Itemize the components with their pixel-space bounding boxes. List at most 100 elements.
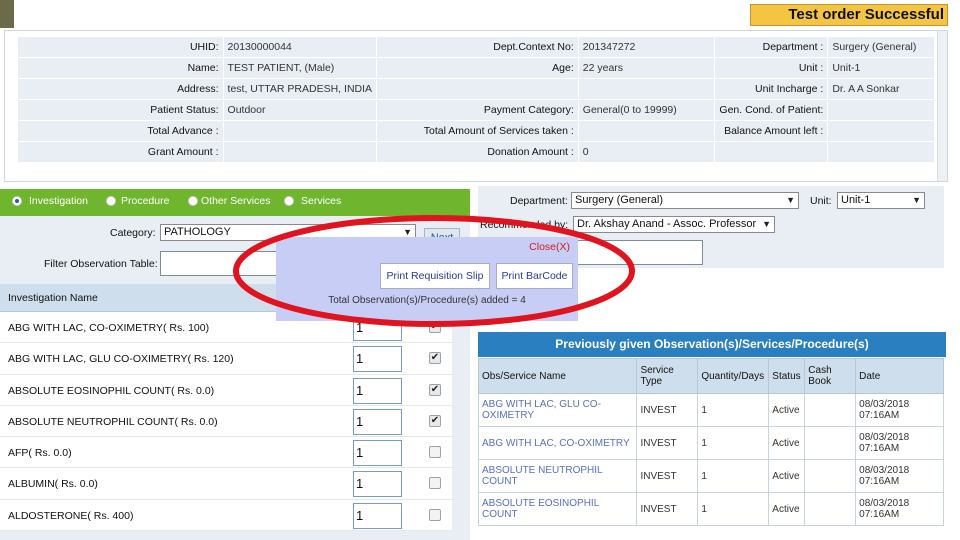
checked-checkbox-icon[interactable]: ✔ <box>429 383 441 396</box>
corner-decoration <box>0 0 14 28</box>
total-observations-text: Total Observation(s)/Procedure(s) added … <box>328 295 526 306</box>
radio-icon[interactable] <box>188 196 198 206</box>
quantity-input[interactable]: 1 <box>353 471 402 498</box>
patient-field-label: Dept.Context No: <box>376 36 579 58</box>
print-requisition-button[interactable]: Print Requisition Slip <box>380 263 490 289</box>
quantity-input[interactable]: 1 <box>353 346 402 373</box>
checkbox-icon[interactable] <box>429 477 441 490</box>
previous-orders-table: Obs/Service Name Service Type Quantity/Day… <box>477 358 944 526</box>
patient-info-panel: UHID: 20130000044 Dept.Context No: 20134727… <box>4 30 948 182</box>
unit-label: Unit: <box>810 195 832 207</box>
checked-checkbox-icon[interactable]: ✔ <box>429 352 441 365</box>
patient-field-label: Gen. Cond. of Patient: <box>714 99 829 121</box>
previous-order-cell: ABG WITH LAC, CO-OXIMETRY <box>477 426 638 460</box>
patient-field-label <box>714 141 829 163</box>
patient-info-row: UHID: 20130000044 Dept.Context No: 20134727… <box>17 36 935 58</box>
department-label: Department: <box>510 195 568 207</box>
previous-order-cell: 1 <box>697 459 770 493</box>
checked-checkbox-icon[interactable]: ✔ <box>429 321 441 333</box>
patient-field-label: Name: <box>17 57 224 79</box>
quantity-input[interactable]: 1 <box>353 408 402 435</box>
investigation-name: ABG WITH LAC, GLU CO-OXIMETRY( Rs. 120) <box>8 353 234 366</box>
patient-field-value <box>577 120 716 142</box>
tab-procedure[interactable]: Procedure <box>106 195 169 207</box>
previous-order-cell <box>804 492 857 526</box>
patient-field-value: 201347272 <box>577 36 716 58</box>
previous-order-row: ABG WITH LAC, CO-OXIMETRY INVEST 1 Active 08… <box>477 426 944 460</box>
previous-orders-title: Previously given Observation(s)/Services… <box>478 332 946 357</box>
patient-field-value: Unit-1 <box>827 57 935 79</box>
investigation-row: ABG WITH LAC, GLU CO-OXIMETRY( Rs. 120) 1… <box>0 343 452 375</box>
investigation-row: AFP( Rs. 0.0) 1 <box>0 437 452 469</box>
previous-column-header: Obs/Service Name <box>477 358 638 394</box>
recommended-search-input[interactable] <box>576 240 703 265</box>
previous-order-cell: INVEST <box>636 459 699 493</box>
previous-order-cell: INVEST <box>636 393 699 427</box>
category-label: Category: <box>110 227 156 239</box>
previous-order-cell: 1 <box>697 393 770 427</box>
patient-info-row: Grant Amount : Donation Amount :0 <box>17 141 935 163</box>
investigation-row: ALBUMIN( Rs. 0.0) 1 <box>0 468 452 500</box>
chevron-down-icon: ▼ <box>762 219 771 229</box>
test-order-popup: Close(X) Print Requisition Slip Print Ba… <box>276 237 578 321</box>
radio-selected-icon[interactable] <box>12 196 22 206</box>
patient-info-row: Total Advance : Total Amount of Services … <box>17 120 935 142</box>
patient-field-label: Total Advance : <box>17 120 224 142</box>
tab-procedure-label: Procedure <box>121 195 170 207</box>
investigation-name: AFP( Rs. 0.0) <box>8 447 72 460</box>
patient-panel-scrollbar[interactable] <box>937 31 947 181</box>
investigation-scrollbar[interactable] <box>452 284 470 540</box>
previous-column-header: Cash Book <box>804 358 857 394</box>
recommended-label: Recommended by: <box>480 219 569 231</box>
department-select[interactable]: Surgery (General) ▼ <box>571 192 799 209</box>
patient-info-table: UHID: 20130000044 Dept.Context No: 20134727… <box>17 36 935 163</box>
tab-other-services[interactable]: Other Services <box>188 195 270 207</box>
patient-field-label: Donation Amount : <box>376 141 579 163</box>
recommended-select[interactable]: Dr. Akshay Anand - Assoc. Professor ▼ <box>573 216 775 233</box>
unit-value: Unit-1 <box>841 194 871 206</box>
patient-field-value <box>222 120 378 142</box>
patient-field-label: Unit Incharge : <box>714 78 829 100</box>
patient-field-value: Outdoor <box>222 99 378 121</box>
previous-order-cell: 08/03/2018 07:16AM <box>855 426 944 460</box>
patient-field-label: Age: <box>376 57 579 79</box>
patient-info-row: Patient Status: Outdoor Payment Category: G… <box>17 99 935 121</box>
patient-field-value: Surgery (General) <box>827 36 935 58</box>
investigation-row: ABSOLUTE EOSINOPHIL COUNT( Rs. 0.0) 1 ✔ <box>0 374 452 406</box>
previous-column-header: Status <box>768 358 806 394</box>
patient-field-label: UHID: <box>17 36 224 58</box>
checked-checkbox-icon[interactable]: ✔ <box>429 414 441 427</box>
patient-field-label: Payment Category: <box>376 99 579 121</box>
patient-field-value: 0 <box>577 141 716 163</box>
investigation-row: ALDOSTERONE( Rs. 400) 1 <box>0 499 452 532</box>
checkbox-icon[interactable] <box>429 508 441 521</box>
tab-investigation[interactable]: Investigation <box>12 195 88 207</box>
patient-field-label: Unit : <box>714 57 829 79</box>
close-button[interactable]: Close(X) <box>529 241 570 253</box>
filter-observation-input[interactable] <box>160 251 280 276</box>
checkbox-icon[interactable] <box>429 446 441 459</box>
previous-order-cell: 1 <box>697 492 770 526</box>
patient-field-value <box>222 141 378 163</box>
previous-order-cell: Active <box>768 426 806 460</box>
previous-order-row: ABSOLUTE NEUTROPHIL COUNT INVEST 1 Active 08… <box>477 459 944 493</box>
previous-order-cell: ABSOLUTE NEUTROPHIL COUNT <box>477 459 638 493</box>
unit-select[interactable]: Unit-1 ▼ <box>837 192 925 209</box>
previous-order-cell: 08/03/2018 07:16AM <box>855 459 944 493</box>
tab-investigation-label: Investigation <box>29 195 88 207</box>
quantity-input[interactable]: 1 <box>353 440 402 467</box>
patient-field-label <box>376 78 579 100</box>
patient-field-label: Address: <box>17 78 224 100</box>
tab-services[interactable]: Services <box>284 195 341 207</box>
radio-icon[interactable] <box>284 196 294 206</box>
quantity-input[interactable]: 1 <box>353 377 402 404</box>
quantity-input[interactable]: 1 <box>353 502 402 529</box>
print-barcode-button[interactable]: Print BarCode <box>496 263 573 289</box>
previous-order-cell: ABSOLUTE EOSINOPHIL COUNT <box>477 492 638 526</box>
investigation-row: ABSOLUTE NEUTROPHIL COUNT( Rs. 0.0) 1 ✔ <box>0 405 452 438</box>
patient-field-label: Grant Amount : <box>17 141 224 163</box>
investigation-name: ALBUMIN( Rs. 0.0) <box>8 478 98 491</box>
previous-order-row: ABG WITH LAC, GLU CO-OXIMETRY INVEST 1 Acti… <box>477 393 944 427</box>
radio-icon[interactable] <box>106 196 116 206</box>
previous-column-header: Service Type <box>636 358 699 394</box>
